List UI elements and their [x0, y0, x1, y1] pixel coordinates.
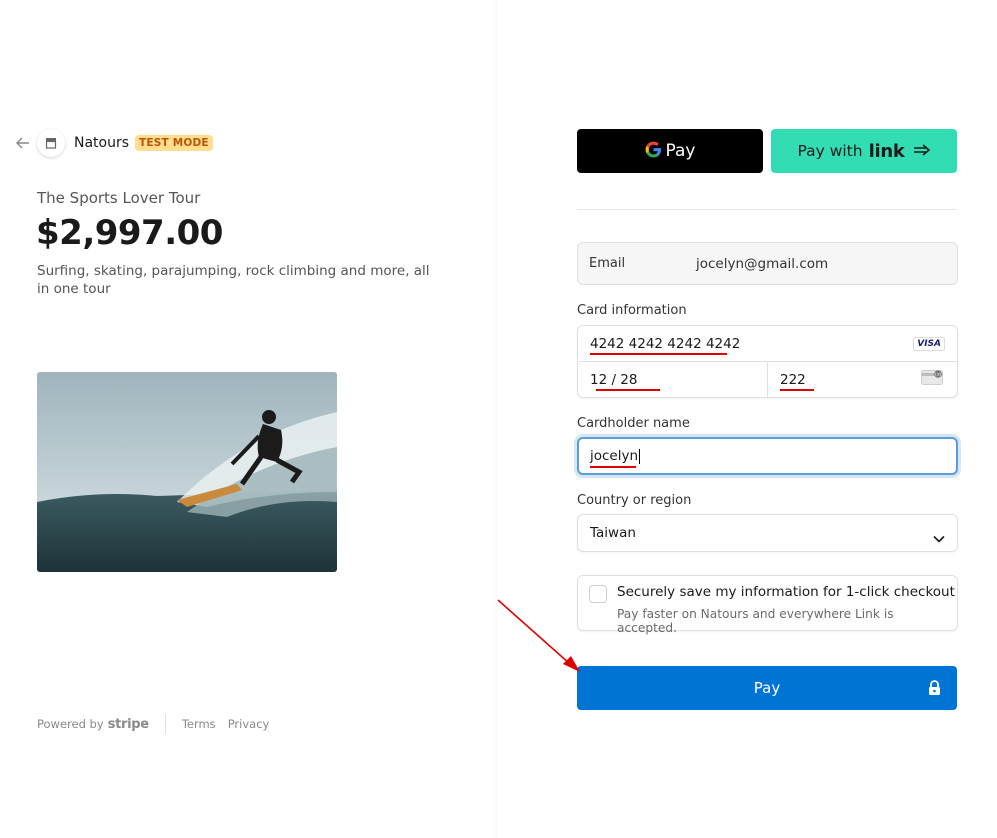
- link-button-label: Pay with: [797, 142, 863, 160]
- visa-icon: VISA: [913, 337, 945, 351]
- cardholder-name-value: jocelyn: [590, 448, 641, 468]
- country-value: Taiwan: [590, 525, 636, 541]
- express-divider: [577, 209, 957, 210]
- footer-divider: [164, 714, 166, 734]
- link-arrow-icon: [913, 142, 931, 160]
- powered-by-stripe[interactable]: Powered by stripe: [37, 717, 149, 732]
- chevron-down-icon: [933, 528, 945, 547]
- svg-text:135: 135: [935, 373, 942, 377]
- pay-button-label: Pay: [753, 679, 781, 697]
- save-info-title: Securely save my information for 1-click…: [617, 584, 955, 600]
- cardholder-name-input[interactable]: jocelyn: [577, 437, 958, 475]
- test-mode-badge: TEST MODE: [135, 135, 213, 151]
- lock-icon: [928, 680, 941, 700]
- card-information-label: Card information: [577, 303, 687, 318]
- cvc-input[interactable]: 222 135: [768, 362, 957, 398]
- annotation-underline: [596, 389, 660, 391]
- cvc-card-icon: 135: [921, 370, 943, 389]
- email-value: jocelyn@gmail.com: [696, 255, 829, 272]
- card-number-input[interactable]: 4242 4242 4242 4242 VISA: [578, 326, 957, 362]
- powered-by-text: Powered by: [37, 717, 104, 731]
- text-caret: [639, 448, 641, 464]
- stripe-logo: stripe: [107, 716, 149, 732]
- pay-with-link-button[interactable]: Pay with link: [771, 129, 957, 173]
- product-name: The Sports Lover Tour: [37, 189, 201, 207]
- annotation-underline: [590, 352, 727, 355]
- cvc-value: 222: [780, 372, 814, 391]
- annotation-underline: [780, 389, 814, 391]
- merchant-name: Natours: [74, 135, 130, 151]
- link-logo: link: [868, 140, 905, 162]
- email-field[interactable]: Email jocelyn@gmail.com: [577, 242, 958, 285]
- email-label: Email: [589, 256, 626, 271]
- country-label: Country or region: [577, 493, 692, 508]
- card-number-value: 4242 4242 4242 4242: [590, 336, 740, 355]
- google-pay-label: Pay: [665, 141, 696, 161]
- privacy-link[interactable]: Privacy: [228, 717, 270, 731]
- link-save-option: Securely save my information for 1-click…: [577, 575, 958, 635]
- order-summary-pane: Natours TEST MODE The Sports Lover Tour …: [0, 0, 497, 838]
- terms-link[interactable]: Terms: [182, 717, 216, 731]
- save-info-subtitle: Pay faster on Natours and everywhere Lin…: [617, 607, 894, 635]
- product-price: $2,997.00: [36, 213, 223, 253]
- annotation-underline: [590, 466, 636, 468]
- expiry-value: 12 / 28: [590, 372, 660, 391]
- cardholder-name-label: Cardholder name: [577, 416, 690, 431]
- product-image: [37, 372, 337, 572]
- back-arrow-icon[interactable]: [14, 134, 32, 152]
- google-g-icon: [645, 141, 662, 162]
- store-icon[interactable]: [37, 129, 65, 157]
- country-select[interactable]: Taiwan: [577, 514, 958, 552]
- checkout-footer: Powered by stripe Terms Privacy: [37, 714, 281, 734]
- payment-pane: Pay Pay with link Email jocelyn@gmail.co…: [497, 0, 997, 838]
- google-pay-button[interactable]: Pay: [577, 129, 763, 173]
- pay-button[interactable]: Pay: [577, 666, 957, 710]
- save-info-checkbox[interactable]: [589, 585, 607, 603]
- product-description: Surfing, skating, parajumping, rock clim…: [37, 263, 430, 297]
- expiry-input[interactable]: 12 / 28: [578, 362, 768, 398]
- card-information-group: 4242 4242 4242 4242 VISA 12 / 28 222 135: [577, 325, 958, 398]
- merchant-header: Natours TEST MODE: [14, 129, 213, 157]
